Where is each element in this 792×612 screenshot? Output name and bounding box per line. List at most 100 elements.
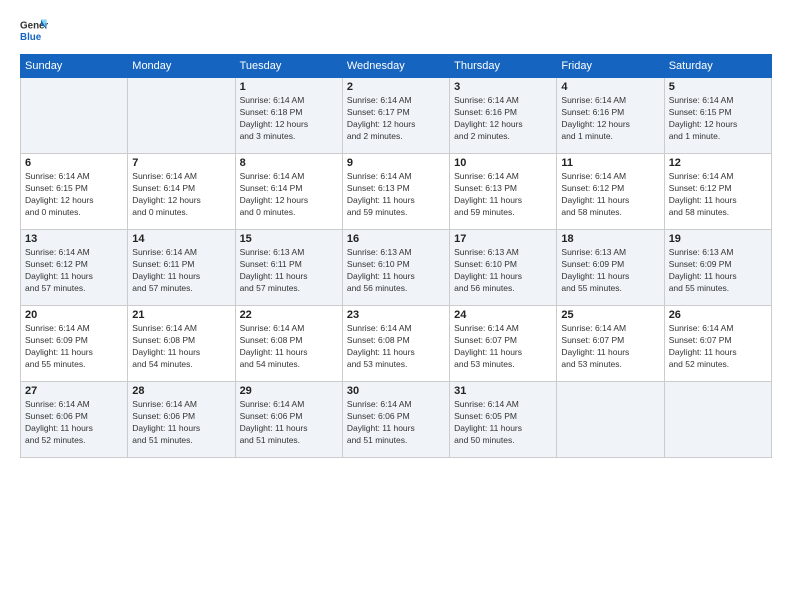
day-info: Sunrise: 6:13 AM Sunset: 6:10 PM Dayligh… bbox=[347, 247, 445, 295]
header: General Blue bbox=[20, 16, 772, 44]
logo: General Blue bbox=[20, 16, 48, 44]
calendar-cell: 19 Sunrise: 6:13 AM Sunset: 6:09 PM Dayli… bbox=[664, 230, 771, 306]
day-number: 2 bbox=[347, 81, 445, 93]
day-number: 3 bbox=[454, 81, 552, 93]
calendar-cell: 13 Sunrise: 6:14 AM Sunset: 6:12 PM Dayli… bbox=[21, 230, 128, 306]
day-info: Sunrise: 6:14 AM Sunset: 6:13 PM Dayligh… bbox=[347, 171, 445, 219]
day-number: 18 bbox=[561, 233, 659, 245]
svg-text:Blue: Blue bbox=[20, 32, 42, 43]
calendar-header-wednesday: Wednesday bbox=[342, 55, 449, 78]
calendar-cell: 9 Sunrise: 6:14 AM Sunset: 6:13 PM Daylig… bbox=[342, 154, 449, 230]
day-number: 29 bbox=[240, 385, 338, 397]
calendar-cell bbox=[664, 382, 771, 458]
day-info: Sunrise: 6:14 AM Sunset: 6:12 PM Dayligh… bbox=[561, 171, 659, 219]
calendar-cell: 20 Sunrise: 6:14 AM Sunset: 6:09 PM Dayli… bbox=[21, 306, 128, 382]
calendar-cell bbox=[128, 78, 235, 154]
day-info: Sunrise: 6:13 AM Sunset: 6:09 PM Dayligh… bbox=[561, 247, 659, 295]
calendar-cell bbox=[557, 382, 664, 458]
calendar-cell: 31Sunrise: 6:14 AM Sunset: 6:05 PM Dayli… bbox=[450, 382, 557, 458]
calendar-cell: 21Sunrise: 6:14 AM Sunset: 6:08 PM Dayli… bbox=[128, 306, 235, 382]
day-number: 4 bbox=[561, 81, 659, 93]
day-info: Sunrise: 6:14 AM Sunset: 6:07 PM Dayligh… bbox=[561, 323, 659, 371]
calendar-cell: 24Sunrise: 6:14 AM Sunset: 6:07 PM Dayli… bbox=[450, 306, 557, 382]
calendar-header-monday: Monday bbox=[128, 55, 235, 78]
calendar-cell: 7 Sunrise: 6:14 AM Sunset: 6:14 PM Daylig… bbox=[128, 154, 235, 230]
day-number: 30 bbox=[347, 385, 445, 397]
calendar-cell: 25Sunrise: 6:14 AM Sunset: 6:07 PM Dayli… bbox=[557, 306, 664, 382]
day-info: Sunrise: 6:14 AM Sunset: 6:14 PM Dayligh… bbox=[240, 171, 338, 219]
day-number: 10 bbox=[454, 157, 552, 169]
day-number: 19 bbox=[669, 233, 767, 245]
calendar-cell: 23 Sunrise: 6:14 AM Sunset: 6:08 PM Dayli… bbox=[342, 306, 449, 382]
day-number: 17 bbox=[454, 233, 552, 245]
calendar-header-tuesday: Tuesday bbox=[235, 55, 342, 78]
day-number: 28 bbox=[132, 385, 230, 397]
calendar-table: SundayMondayTuesdayWednesdayThursdayFrid… bbox=[20, 54, 772, 458]
day-number: 1 bbox=[240, 81, 338, 93]
calendar-cell: 11 Sunrise: 6:14 AM Sunset: 6:12 PM Dayli… bbox=[557, 154, 664, 230]
calendar-week-3: 13 Sunrise: 6:14 AM Sunset: 6:12 PM Dayli… bbox=[21, 230, 772, 306]
calendar-cell: 1 Sunrise: 6:14 AM Sunset: 6:18 PM Daylig… bbox=[235, 78, 342, 154]
calendar-cell: 6Sunrise: 6:14 AM Sunset: 6:15 PM Daylig… bbox=[21, 154, 128, 230]
day-number: 27 bbox=[25, 385, 123, 397]
calendar-cell: 30 Sunrise: 6:14 AM Sunset: 6:06 PM Dayli… bbox=[342, 382, 449, 458]
day-info: Sunrise: 6:13 AM Sunset: 6:11 PM Dayligh… bbox=[240, 247, 338, 295]
day-info: Sunrise: 6:14 AM Sunset: 6:13 PM Dayligh… bbox=[454, 171, 552, 219]
day-info: Sunrise: 6:14 AM Sunset: 6:09 PM Dayligh… bbox=[25, 323, 123, 371]
day-info: Sunrise: 6:14 AM Sunset: 6:14 PM Dayligh… bbox=[132, 171, 230, 219]
day-info: Sunrise: 6:14 AM Sunset: 6:06 PM Dayligh… bbox=[132, 399, 230, 447]
day-info: Sunrise: 6:14 AM Sunset: 6:18 PM Dayligh… bbox=[240, 95, 338, 143]
calendar-cell: 27 Sunrise: 6:14 AM Sunset: 6:06 PM Dayli… bbox=[21, 382, 128, 458]
calendar-cell bbox=[21, 78, 128, 154]
day-info: Sunrise: 6:14 AM Sunset: 6:11 PM Dayligh… bbox=[132, 247, 230, 295]
calendar-cell: 22 Sunrise: 6:14 AM Sunset: 6:08 PM Dayli… bbox=[235, 306, 342, 382]
day-info: Sunrise: 6:14 AM Sunset: 6:08 PM Dayligh… bbox=[240, 323, 338, 371]
day-number: 22 bbox=[240, 309, 338, 321]
day-info: Sunrise: 6:14 AM Sunset: 6:08 PM Dayligh… bbox=[132, 323, 230, 371]
day-info: Sunrise: 6:14 AM Sunset: 6:07 PM Dayligh… bbox=[669, 323, 767, 371]
calendar-week-2: 6Sunrise: 6:14 AM Sunset: 6:15 PM Daylig… bbox=[21, 154, 772, 230]
calendar-cell: 28 Sunrise: 6:14 AM Sunset: 6:06 PM Dayli… bbox=[128, 382, 235, 458]
day-info: Sunrise: 6:14 AM Sunset: 6:16 PM Dayligh… bbox=[561, 95, 659, 143]
day-number: 8 bbox=[240, 157, 338, 169]
day-info: Sunrise: 6:14 AM Sunset: 6:06 PM Dayligh… bbox=[240, 399, 338, 447]
day-info: Sunrise: 6:13 AM Sunset: 6:10 PM Dayligh… bbox=[454, 247, 552, 295]
calendar-week-4: 20 Sunrise: 6:14 AM Sunset: 6:09 PM Dayli… bbox=[21, 306, 772, 382]
day-number: 11 bbox=[561, 157, 659, 169]
day-number: 26 bbox=[669, 309, 767, 321]
calendar-cell: 3 Sunrise: 6:14 AM Sunset: 6:16 PM Daylig… bbox=[450, 78, 557, 154]
day-number: 7 bbox=[132, 157, 230, 169]
day-info: Sunrise: 6:13 AM Sunset: 6:09 PM Dayligh… bbox=[669, 247, 767, 295]
calendar-week-5: 27 Sunrise: 6:14 AM Sunset: 6:06 PM Dayli… bbox=[21, 382, 772, 458]
day-info: Sunrise: 6:14 AM Sunset: 6:12 PM Dayligh… bbox=[669, 171, 767, 219]
calendar-cell: 26 Sunrise: 6:14 AM Sunset: 6:07 PM Dayli… bbox=[664, 306, 771, 382]
day-info: Sunrise: 6:14 AM Sunset: 6:12 PM Dayligh… bbox=[25, 247, 123, 295]
calendar-cell: 5Sunrise: 6:14 AM Sunset: 6:15 PM Daylig… bbox=[664, 78, 771, 154]
day-info: Sunrise: 6:14 AM Sunset: 6:17 PM Dayligh… bbox=[347, 95, 445, 143]
day-number: 12 bbox=[669, 157, 767, 169]
calendar-header-row: SundayMondayTuesdayWednesdayThursdayFrid… bbox=[21, 55, 772, 78]
calendar-cell: 8 Sunrise: 6:14 AM Sunset: 6:14 PM Daylig… bbox=[235, 154, 342, 230]
day-number: 20 bbox=[25, 309, 123, 321]
day-info: Sunrise: 6:14 AM Sunset: 6:15 PM Dayligh… bbox=[25, 171, 123, 219]
day-info: Sunrise: 6:14 AM Sunset: 6:06 PM Dayligh… bbox=[347, 399, 445, 447]
day-number: 14 bbox=[132, 233, 230, 245]
day-info: Sunrise: 6:14 AM Sunset: 6:15 PM Dayligh… bbox=[669, 95, 767, 143]
calendar-cell: 10 Sunrise: 6:14 AM Sunset: 6:13 PM Dayli… bbox=[450, 154, 557, 230]
day-info: Sunrise: 6:14 AM Sunset: 6:16 PM Dayligh… bbox=[454, 95, 552, 143]
day-number: 13 bbox=[25, 233, 123, 245]
day-number: 9 bbox=[347, 157, 445, 169]
day-number: 23 bbox=[347, 309, 445, 321]
calendar-cell: 18 Sunrise: 6:13 AM Sunset: 6:09 PM Dayli… bbox=[557, 230, 664, 306]
calendar-header-friday: Friday bbox=[557, 55, 664, 78]
day-info: Sunrise: 6:14 AM Sunset: 6:08 PM Dayligh… bbox=[347, 323, 445, 371]
calendar-cell: 4 Sunrise: 6:14 AM Sunset: 6:16 PM Daylig… bbox=[557, 78, 664, 154]
logo-icon: General Blue bbox=[20, 16, 48, 44]
calendar-header-thursday: Thursday bbox=[450, 55, 557, 78]
calendar-cell: 14 Sunrise: 6:14 AM Sunset: 6:11 PM Dayli… bbox=[128, 230, 235, 306]
calendar-week-1: 1 Sunrise: 6:14 AM Sunset: 6:18 PM Daylig… bbox=[21, 78, 772, 154]
calendar-cell: 17 Sunrise: 6:13 AM Sunset: 6:10 PM Dayli… bbox=[450, 230, 557, 306]
calendar-header-sunday: Sunday bbox=[21, 55, 128, 78]
page: General Blue SundayMondayTuesdayWednesda… bbox=[0, 0, 792, 612]
day-info: Sunrise: 6:14 AM Sunset: 6:06 PM Dayligh… bbox=[25, 399, 123, 447]
